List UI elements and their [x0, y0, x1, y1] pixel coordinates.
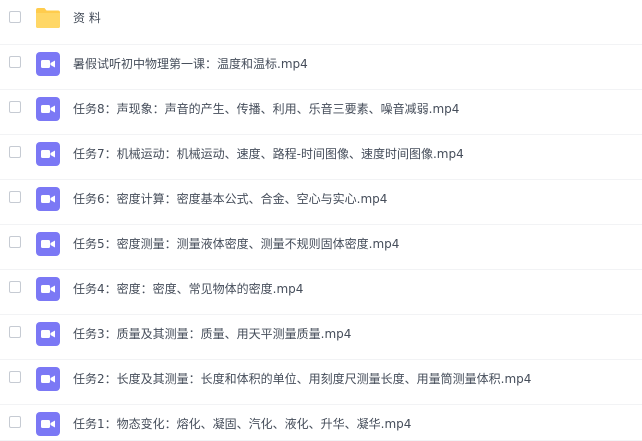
- list-item-video[interactable]: 任务3：质量及其测量：质量、用天平测量质量.mp4: [0, 315, 642, 360]
- video-file-icon: [36, 232, 60, 256]
- video-file-icon: [36, 97, 60, 121]
- file-name[interactable]: 任务5：密度测量：测量液体密度、测量不规则固体密度.mp4: [73, 236, 399, 252]
- list-item-video[interactable]: 任务8：声现象：声音的产生、传播、利用、乐音三要素、噪音减弱.mp4: [0, 90, 642, 135]
- row-checkbox[interactable]: [9, 11, 21, 23]
- row-checkbox[interactable]: [9, 191, 21, 203]
- list-item-video[interactable]: 任务4：密度：密度、常见物体的密度.mp4: [0, 270, 642, 315]
- video-file-icon: [36, 277, 60, 301]
- file-name[interactable]: 任务1：物态变化：熔化、凝固、汽化、液化、升华、凝华.mp4: [73, 416, 411, 432]
- file-name[interactable]: 任务4：密度：密度、常见物体的密度.mp4: [73, 281, 303, 297]
- list-item-video[interactable]: 任务1：物态变化：熔化、凝固、汽化、液化、升华、凝华.mp4: [0, 405, 642, 441]
- list-item-folder[interactable]: 资 料: [0, 0, 642, 45]
- video-file-icon: [36, 187, 60, 211]
- video-file-icon: [36, 322, 60, 346]
- file-list: 资 料 暑假试听初中物理第一课：温度和温标.mp4 任务8：声现象：声音的产生、…: [0, 0, 642, 441]
- row-checkbox[interactable]: [9, 101, 21, 113]
- file-name[interactable]: 资 料: [73, 10, 101, 26]
- row-checkbox[interactable]: [9, 326, 21, 338]
- video-file-icon: [36, 367, 60, 391]
- video-file-icon: [36, 52, 60, 76]
- list-item-video[interactable]: 任务2：长度及其测量：长度和体积的单位、用刻度尺测量长度、用量筒测量体积.mp4: [0, 360, 642, 405]
- video-file-icon: [36, 142, 60, 166]
- file-name[interactable]: 任务8：声现象：声音的产生、传播、利用、乐音三要素、噪音减弱.mp4: [73, 101, 459, 117]
- row-checkbox[interactable]: [9, 371, 21, 383]
- file-name[interactable]: 任务7：机械运动：机械运动、速度、路程-时间图像、速度时间图像.mp4: [73, 146, 464, 162]
- row-checkbox[interactable]: [9, 56, 21, 68]
- row-checkbox[interactable]: [9, 416, 21, 428]
- folder-icon: [36, 6, 60, 30]
- list-item-video[interactable]: 任务5：密度测量：测量液体密度、测量不规则固体密度.mp4: [0, 225, 642, 270]
- file-name[interactable]: 任务3：质量及其测量：质量、用天平测量质量.mp4: [73, 326, 351, 342]
- file-name[interactable]: 任务2：长度及其测量：长度和体积的单位、用刻度尺测量长度、用量筒测量体积.mp4: [73, 371, 531, 387]
- video-file-icon: [36, 412, 60, 436]
- row-checkbox[interactable]: [9, 146, 21, 158]
- list-item-video[interactable]: 任务7：机械运动：机械运动、速度、路程-时间图像、速度时间图像.mp4: [0, 135, 642, 180]
- file-name[interactable]: 任务6：密度计算：密度基本公式、合金、空心与实心.mp4: [73, 191, 387, 207]
- list-item-video[interactable]: 任务6：密度计算：密度基本公式、合金、空心与实心.mp4: [0, 180, 642, 225]
- file-name[interactable]: 暑假试听初中物理第一课：温度和温标.mp4: [73, 56, 308, 72]
- row-checkbox[interactable]: [9, 281, 21, 293]
- list-item-video[interactable]: 暑假试听初中物理第一课：温度和温标.mp4: [0, 45, 642, 90]
- row-checkbox[interactable]: [9, 236, 21, 248]
